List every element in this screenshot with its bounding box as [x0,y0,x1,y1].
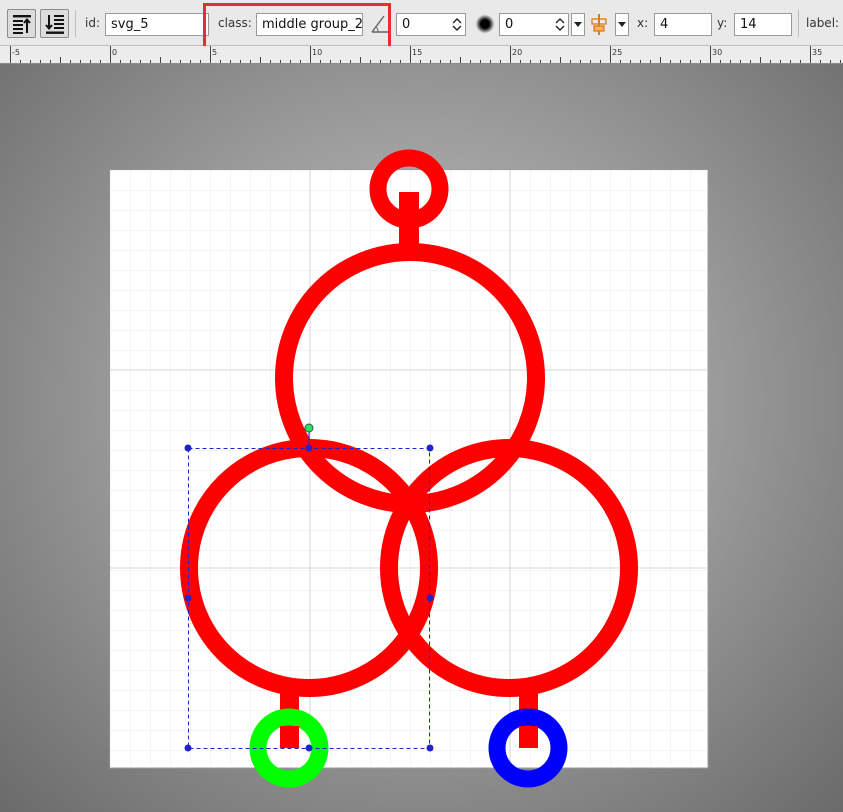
ruler-label: 10 [312,48,322,57]
blur-dropdown-button[interactable] [571,13,585,36]
ruler-label: 0 [112,48,117,57]
resize-handle-n[interactable] [305,444,313,452]
spinner-icon[interactable] [452,17,462,32]
resize-handle-nw[interactable] [184,444,192,452]
align-icon[interactable] [589,13,609,40]
angle-icon [369,13,391,39]
horizontal-ruler: -5 0 5 10 15 20 25 30 35 [0,46,843,64]
resize-handle-w[interactable] [184,594,192,602]
spinner-icon[interactable] [555,17,565,32]
y-label: y: [717,16,728,30]
blur-icon [475,14,495,38]
move-to-top-button[interactable] [7,9,36,38]
angle-value: 0 [402,17,411,32]
id-field[interactable]: svg_5 [105,13,209,36]
resize-handle-sw[interactable] [184,744,192,752]
resize-handle-ne[interactable] [426,444,434,452]
move-to-bottom-button[interactable] [40,9,69,38]
align-bottom-icon [44,14,64,34]
workarea [0,64,843,812]
id-label: id: [85,16,100,30]
label-label: label: [806,16,840,30]
resize-handle-se[interactable] [426,744,434,752]
ruler-label: 15 [412,48,422,57]
right-stem-tip[interactable] [519,726,538,747]
ruler-label: 25 [612,48,622,57]
x-label: x: [637,16,649,30]
ruler-label: 5 [212,48,217,57]
ruler-label: 30 [712,48,722,57]
left-stem-tip[interactable] [280,726,299,747]
class-label: class: [218,16,252,30]
toolbar: id: svg_5 class: middle group_2 0 0 x: 4… [0,0,843,46]
y-field[interactable]: 14 [734,13,792,36]
align-dropdown-button[interactable] [615,13,629,36]
resize-handle-s[interactable] [305,744,313,752]
ruler-label: 20 [512,48,522,57]
class-field[interactable]: middle group_2 [256,13,363,36]
chevron-down-icon [574,22,582,27]
blur-field[interactable]: 0 [499,13,569,36]
ruler-label: -5 [12,48,20,57]
chevron-down-icon [618,22,626,27]
resize-handle-e[interactable] [426,594,434,602]
toolbar-separator [798,10,799,37]
blur-value: 0 [505,17,514,32]
angle-field[interactable]: 0 [396,13,466,36]
toolbar-separator [75,10,76,37]
align-top-icon [12,14,31,34]
ruler-label: 35 [812,48,822,57]
x-field[interactable]: 4 [654,13,712,36]
rotate-handle[interactable] [304,423,314,433]
